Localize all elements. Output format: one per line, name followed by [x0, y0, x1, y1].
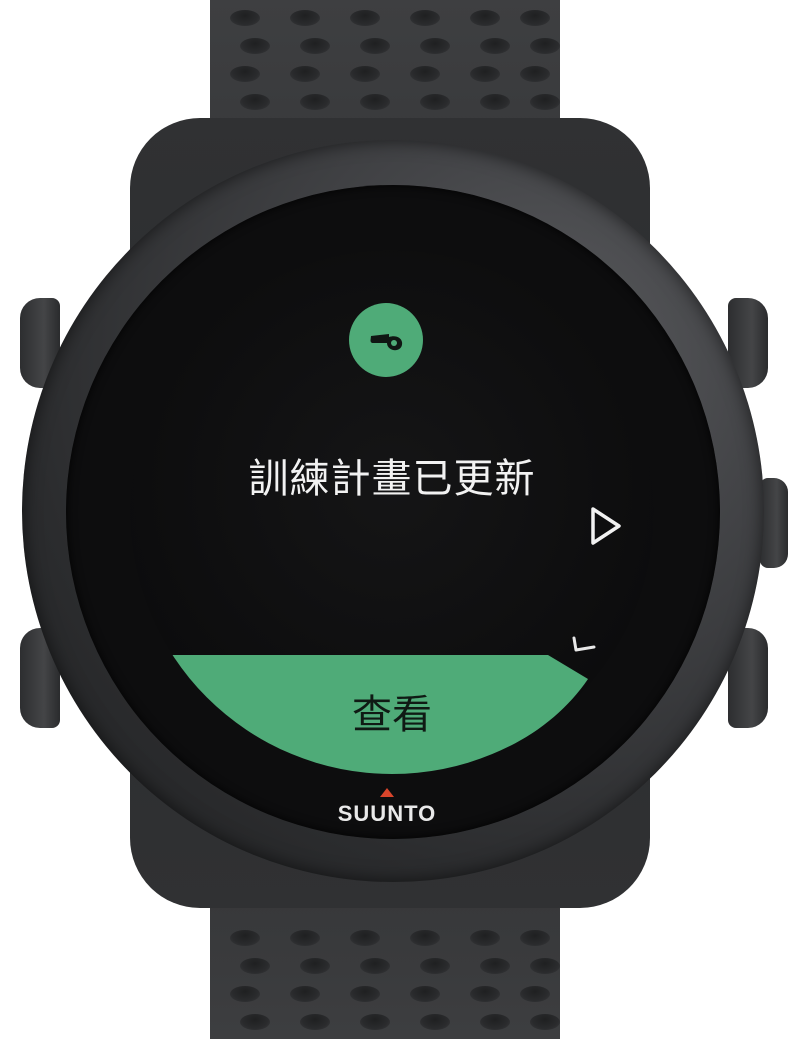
strap-hole	[230, 10, 260, 26]
strap-hole	[240, 38, 270, 54]
strap-hole	[290, 986, 320, 1002]
strap-hole	[350, 930, 380, 946]
middle-right-button[interactable]	[760, 478, 788, 568]
strap-hole	[420, 94, 450, 110]
strap-hole	[230, 930, 260, 946]
strap-hole	[350, 66, 380, 82]
strap-hole	[530, 94, 560, 110]
strap-hole	[360, 1014, 390, 1030]
strap-hole	[420, 958, 450, 974]
strap-hole	[410, 986, 440, 1002]
strap-hole	[480, 958, 510, 974]
strap-hole	[290, 66, 320, 82]
strap-hole	[300, 94, 330, 110]
strap-hole	[480, 1014, 510, 1030]
strap-hole	[360, 94, 390, 110]
strap-hole	[420, 38, 450, 54]
watch-render: 訓練計畫已更新 查看 SUUNTO	[0, 0, 791, 1039]
strap-hole	[530, 958, 560, 974]
strap-hole	[240, 94, 270, 110]
strap-hole	[470, 10, 500, 26]
watch-display: 訓練計畫已更新 查看	[130, 250, 654, 774]
view-button-label[interactable]: 查看	[130, 690, 654, 740]
strap-hole	[530, 38, 560, 54]
strap-hole	[470, 986, 500, 1002]
strap-hole	[360, 958, 390, 974]
strap-hole	[420, 1014, 450, 1030]
strap-hole	[290, 10, 320, 26]
strap-hole	[480, 94, 510, 110]
notification-icon-badge	[349, 303, 423, 377]
strap-hole	[240, 1014, 270, 1030]
strap-hole	[520, 66, 550, 82]
strap-hole	[410, 66, 440, 82]
next-page-button[interactable]	[588, 506, 624, 546]
brand-logo: SUUNTO	[337, 801, 437, 826]
strap-hole	[480, 38, 510, 54]
strap-hole	[300, 958, 330, 974]
strap-hole	[520, 10, 550, 26]
strap-hole	[290, 930, 320, 946]
strap-hole	[520, 986, 550, 1002]
strap-hole	[240, 958, 270, 974]
strap-hole	[230, 986, 260, 1002]
brand-marker	[380, 788, 394, 797]
checkmark-icon	[572, 636, 596, 652]
notification-message: 訓練計畫已更新	[248, 456, 536, 502]
strap-hole	[350, 10, 380, 26]
strap-hole	[470, 66, 500, 82]
strap-hole	[410, 930, 440, 946]
strap-hole	[300, 38, 330, 54]
strap-hole	[410, 10, 440, 26]
strap-hole	[470, 930, 500, 946]
strap-hole	[530, 1014, 560, 1030]
strap-hole	[360, 38, 390, 54]
chevron-right-icon	[591, 507, 621, 545]
strap-hole	[230, 66, 260, 82]
whistle-icon	[370, 334, 403, 351]
strap-hole	[350, 986, 380, 1002]
strap-hole	[300, 1014, 330, 1030]
strap-hole	[520, 930, 550, 946]
